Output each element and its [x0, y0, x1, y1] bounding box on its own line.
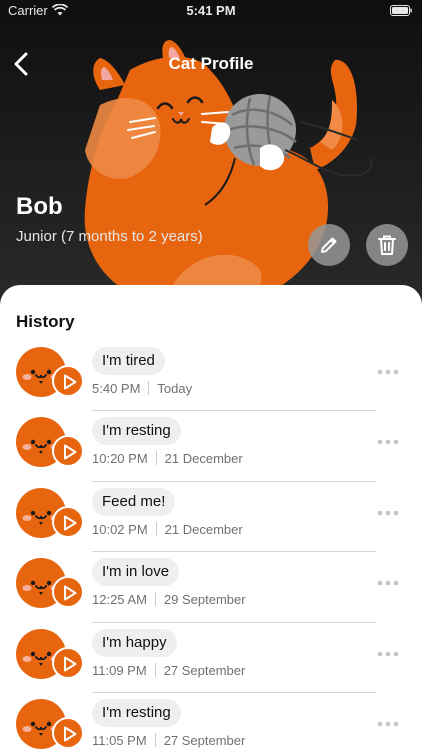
play-button[interactable]	[52, 576, 84, 609]
play-button[interactable]	[52, 646, 84, 679]
message-date: 27 September	[163, 732, 246, 748]
message-date: 21 December	[164, 521, 243, 537]
message-meta: 11:09 PM 27 September	[92, 662, 246, 678]
message-bubble: I'm resting	[92, 698, 181, 727]
battery-icon	[390, 5, 412, 16]
cat-avatar	[16, 698, 86, 749]
history-list: I'm tired 5:40 PM Today I'm resting 10:2…	[0, 341, 422, 750]
trash-icon	[378, 235, 396, 255]
message-date: 27 September	[163, 662, 246, 678]
message-meta: 5:40 PM Today	[92, 381, 192, 396]
meta-separator	[148, 381, 150, 395]
history-row[interactable]: I'm resting 11:05 PM 27 September	[0, 693, 422, 750]
message-meta: 11:05 PM 27 September	[92, 732, 246, 748]
play-button[interactable]	[52, 505, 84, 538]
history-row[interactable]: I'm resting 10:20 PM 21 December	[0, 411, 422, 482]
play-button[interactable]	[52, 365, 84, 397]
message-time: 11:09 PM	[92, 662, 147, 678]
history-row[interactable]: Feed me! 10:02 PM 21 December	[0, 482, 422, 553]
play-icon	[64, 444, 77, 460]
more-options-icon[interactable]	[376, 649, 400, 659]
profile-header: Carrier 5:41 PM Cat Profile Bob Junior (…	[0, 0, 422, 310]
play-button[interactable]	[52, 435, 84, 468]
message-date: 21 December	[164, 451, 243, 467]
play-icon	[64, 656, 77, 672]
play-icon	[64, 374, 77, 390]
more-options-icon[interactable]	[376, 719, 400, 729]
cat-name: Bob	[16, 193, 63, 220]
message-bubble: I'm resting	[92, 417, 181, 446]
pencil-icon	[321, 237, 337, 253]
message-time: 12:25 AM	[92, 592, 147, 608]
message-bubble: Feed me!	[92, 487, 176, 516]
more-options-icon[interactable]	[376, 367, 400, 377]
message-bubble: I'm in love	[92, 558, 180, 587]
message-date: 29 September	[163, 592, 246, 608]
more-options-icon[interactable]	[376, 508, 400, 518]
message-date: Today	[157, 381, 193, 396]
meta-separator	[154, 662, 156, 677]
play-icon	[64, 726, 77, 742]
message-time: 10:02 PM	[92, 521, 148, 537]
more-options-icon[interactable]	[376, 437, 400, 447]
status-bar: Carrier 5:41 PM	[0, 0, 422, 22]
meta-separator	[154, 592, 156, 607]
message-bubble: I'm happy	[92, 628, 177, 657]
cat-avatar	[16, 487, 86, 538]
edit-button[interactable]	[308, 224, 350, 266]
meta-separator	[155, 451, 157, 466]
message-meta: 12:25 AM 29 September	[92, 592, 246, 607]
history-row[interactable]: I'm in love 12:25 AM 29 September	[0, 552, 422, 623]
status-time: 5:41 PM	[186, 3, 236, 18]
message-bubble: I'm tired	[92, 347, 165, 375]
cat-avatar	[16, 347, 86, 397]
cat-avatar	[16, 558, 86, 609]
history-row[interactable]: I'm happy 11:09 PM 27 September	[0, 623, 422, 693]
delete-button[interactable]	[366, 224, 408, 266]
message-time: 11:05 PM	[92, 732, 147, 748]
history-sheet: History I'm tired 5:40 PM Today I'm rest…	[0, 285, 422, 750]
play-icon	[64, 585, 77, 601]
history-row[interactable]: I'm tired 5:40 PM Today	[0, 341, 422, 412]
page-title: Cat Profile	[168, 54, 254, 73]
cat-avatar	[16, 628, 86, 679]
history-title: History	[16, 312, 75, 331]
message-meta: 10:20 PM 21 December	[92, 451, 243, 466]
meta-separator	[155, 521, 157, 536]
meta-separator	[154, 732, 156, 747]
more-options-icon[interactable]	[376, 578, 400, 588]
message-meta: 10:02 PM 21 December	[92, 521, 243, 537]
play-button[interactable]	[52, 716, 84, 749]
message-time: 5:40 PM	[92, 381, 141, 396]
message-time: 10:20 PM	[92, 451, 148, 467]
cat-avatar	[16, 417, 86, 468]
play-icon	[64, 515, 77, 531]
cat-age-group: Junior (7 months to 2 years)	[16, 228, 203, 245]
